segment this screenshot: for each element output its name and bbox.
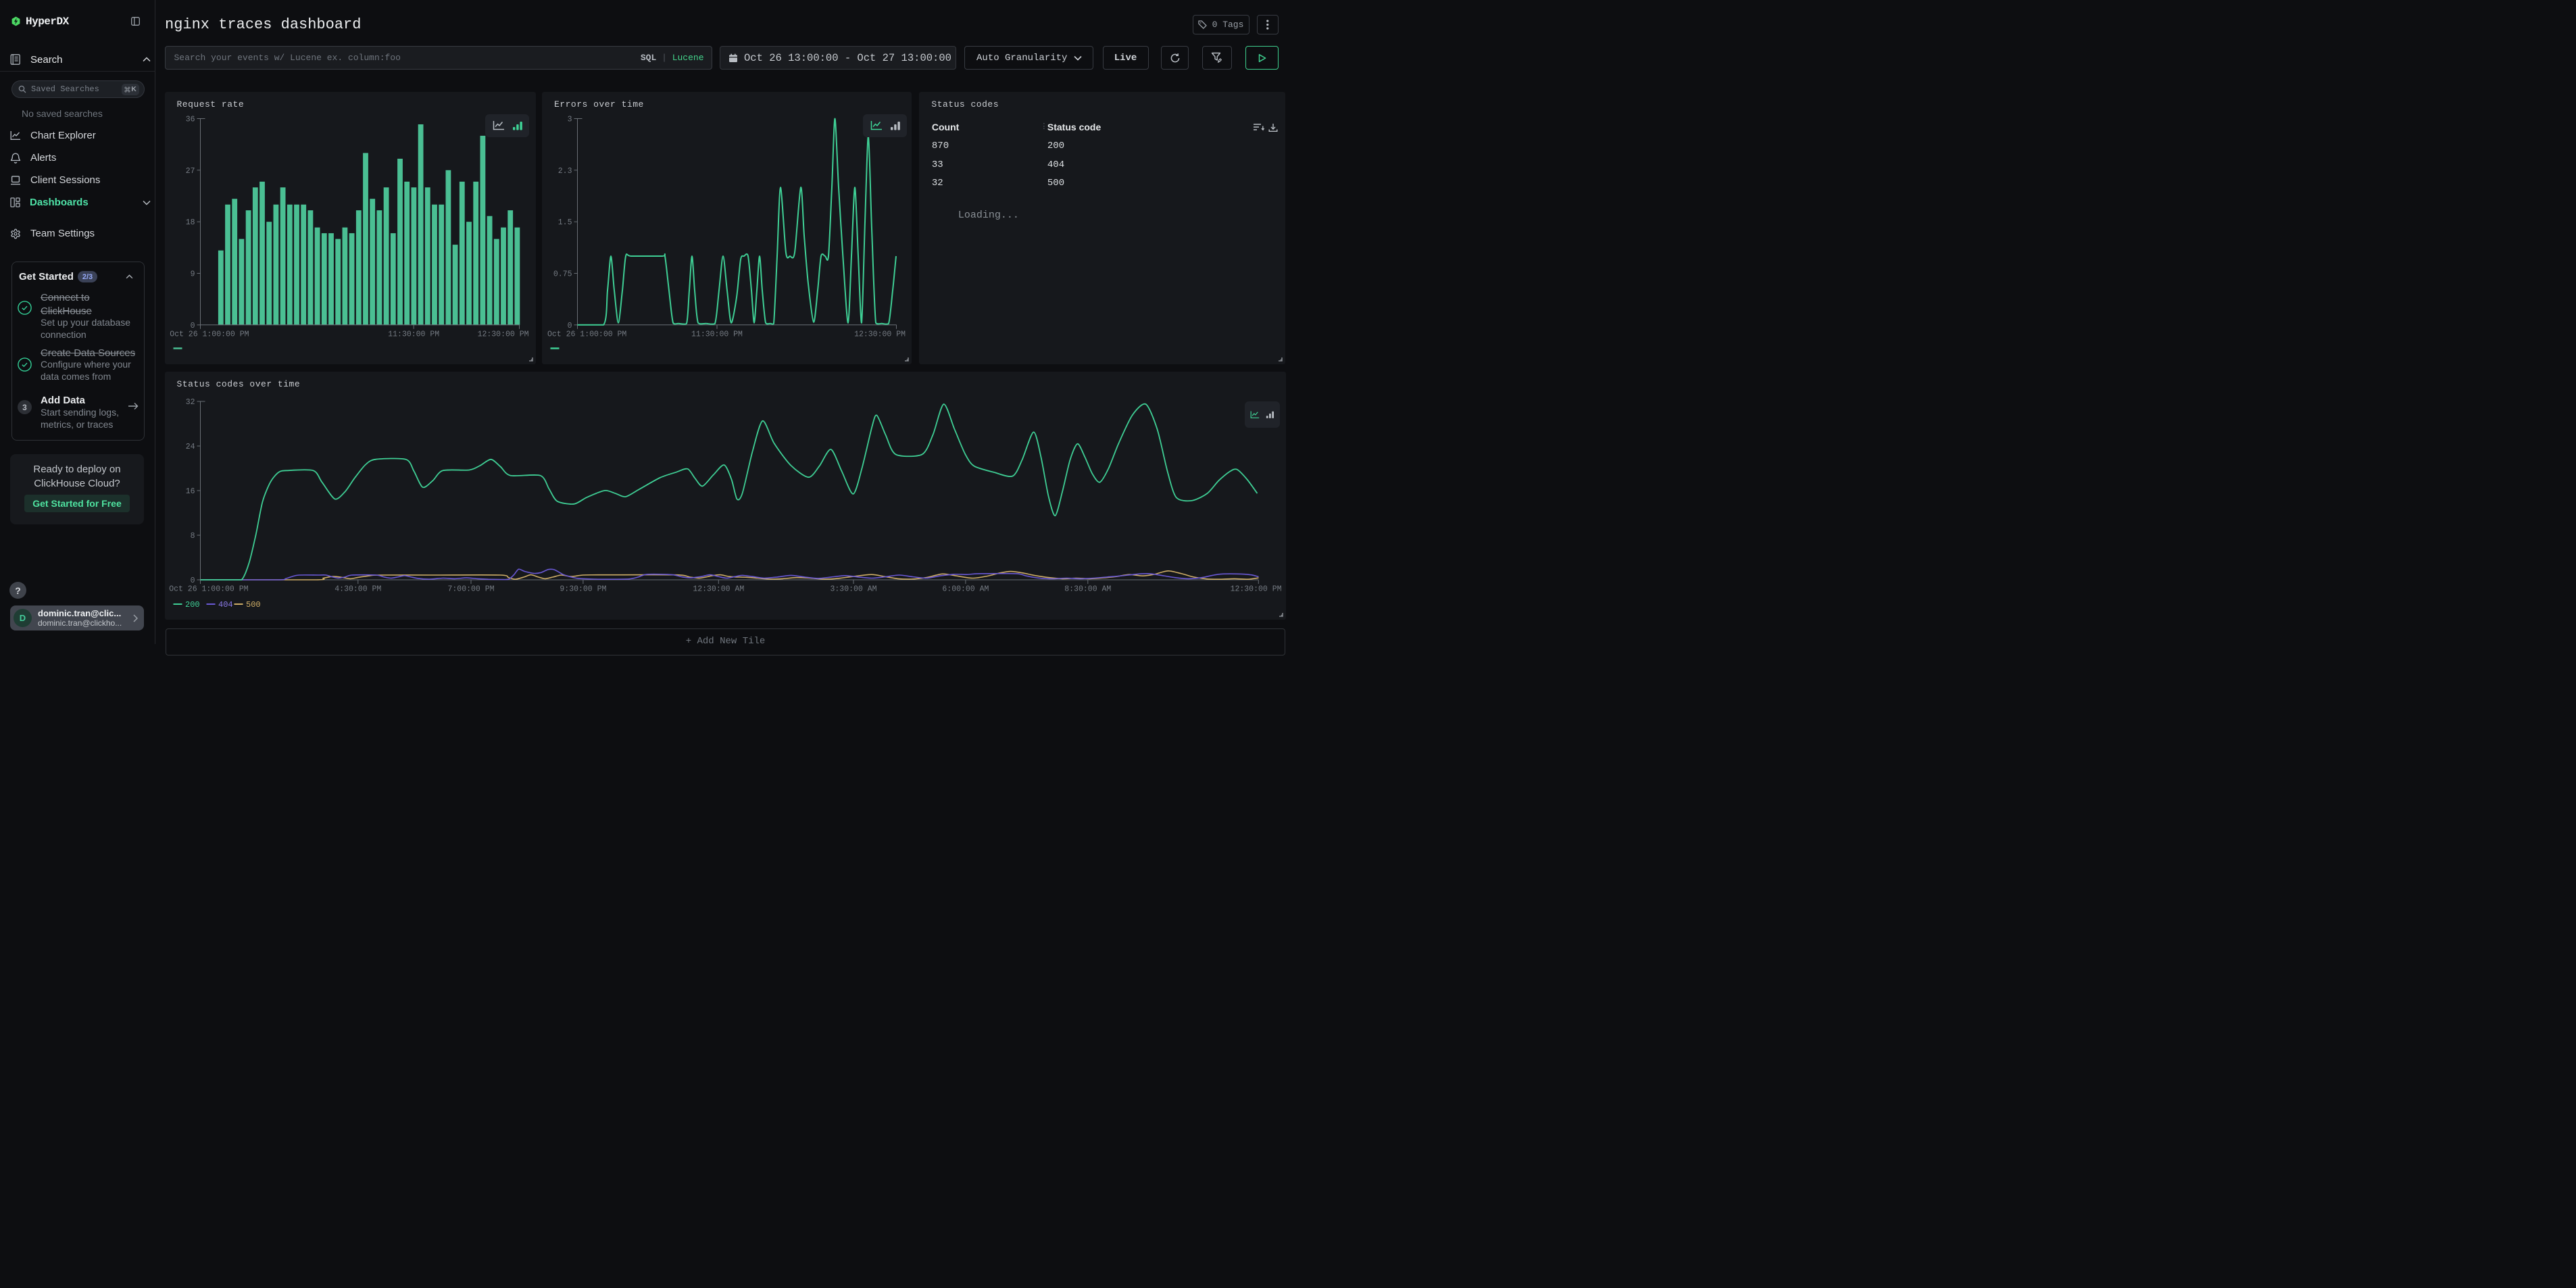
svg-text:32: 32 (185, 398, 195, 407)
svg-text:11:30:00 PM: 11:30:00 PM (691, 330, 743, 339)
svg-text:12:30:00 AM: 12:30:00 AM (693, 585, 744, 594)
svg-text:0: 0 (190, 576, 195, 585)
svg-text:12:30:00 PM: 12:30:00 PM (854, 330, 906, 339)
svg-text:12:30:00 PM: 12:30:00 PM (1230, 585, 1281, 594)
svg-text:8: 8 (190, 532, 195, 541)
svg-text:404: 404 (218, 600, 233, 610)
svg-text:3: 3 (568, 116, 572, 124)
svg-text:500: 500 (246, 600, 261, 610)
svg-text:Oct 26 1:00:00 PM: Oct 26 1:00:00 PM (170, 330, 249, 339)
svg-text:0: 0 (190, 322, 195, 330)
svg-text:2.3: 2.3 (558, 167, 572, 176)
svg-text:9:30:00 PM: 9:30:00 PM (560, 585, 606, 594)
svg-text:12:30:00 PM: 12:30:00 PM (477, 330, 528, 339)
svg-text:0.75: 0.75 (553, 270, 572, 279)
svg-text:8:30:00 AM: 8:30:00 AM (1064, 585, 1111, 594)
svg-text:27: 27 (185, 167, 195, 176)
svg-text:18: 18 (185, 218, 195, 227)
svg-text:6:00:00 AM: 6:00:00 AM (942, 585, 989, 594)
svg-text:0: 0 (568, 322, 572, 330)
svg-text:16: 16 (185, 487, 195, 496)
svg-text:36: 36 (185, 116, 195, 124)
svg-text:11:30:00 PM: 11:30:00 PM (388, 330, 439, 339)
svg-text:4:30:00 PM: 4:30:00 PM (335, 585, 381, 594)
svg-text:Oct 26 1:00:00 PM: Oct 26 1:00:00 PM (547, 330, 626, 339)
svg-text:3:30:00 AM: 3:30:00 AM (830, 585, 876, 594)
svg-text:9: 9 (190, 270, 195, 279)
svg-text:1.5: 1.5 (558, 218, 572, 227)
svg-text:200: 200 (185, 600, 200, 610)
svg-text:7:00:00 PM: 7:00:00 PM (447, 585, 494, 594)
svg-text:24: 24 (185, 443, 195, 451)
svg-text:Oct 26 1:00:00 PM: Oct 26 1:00:00 PM (169, 585, 248, 594)
